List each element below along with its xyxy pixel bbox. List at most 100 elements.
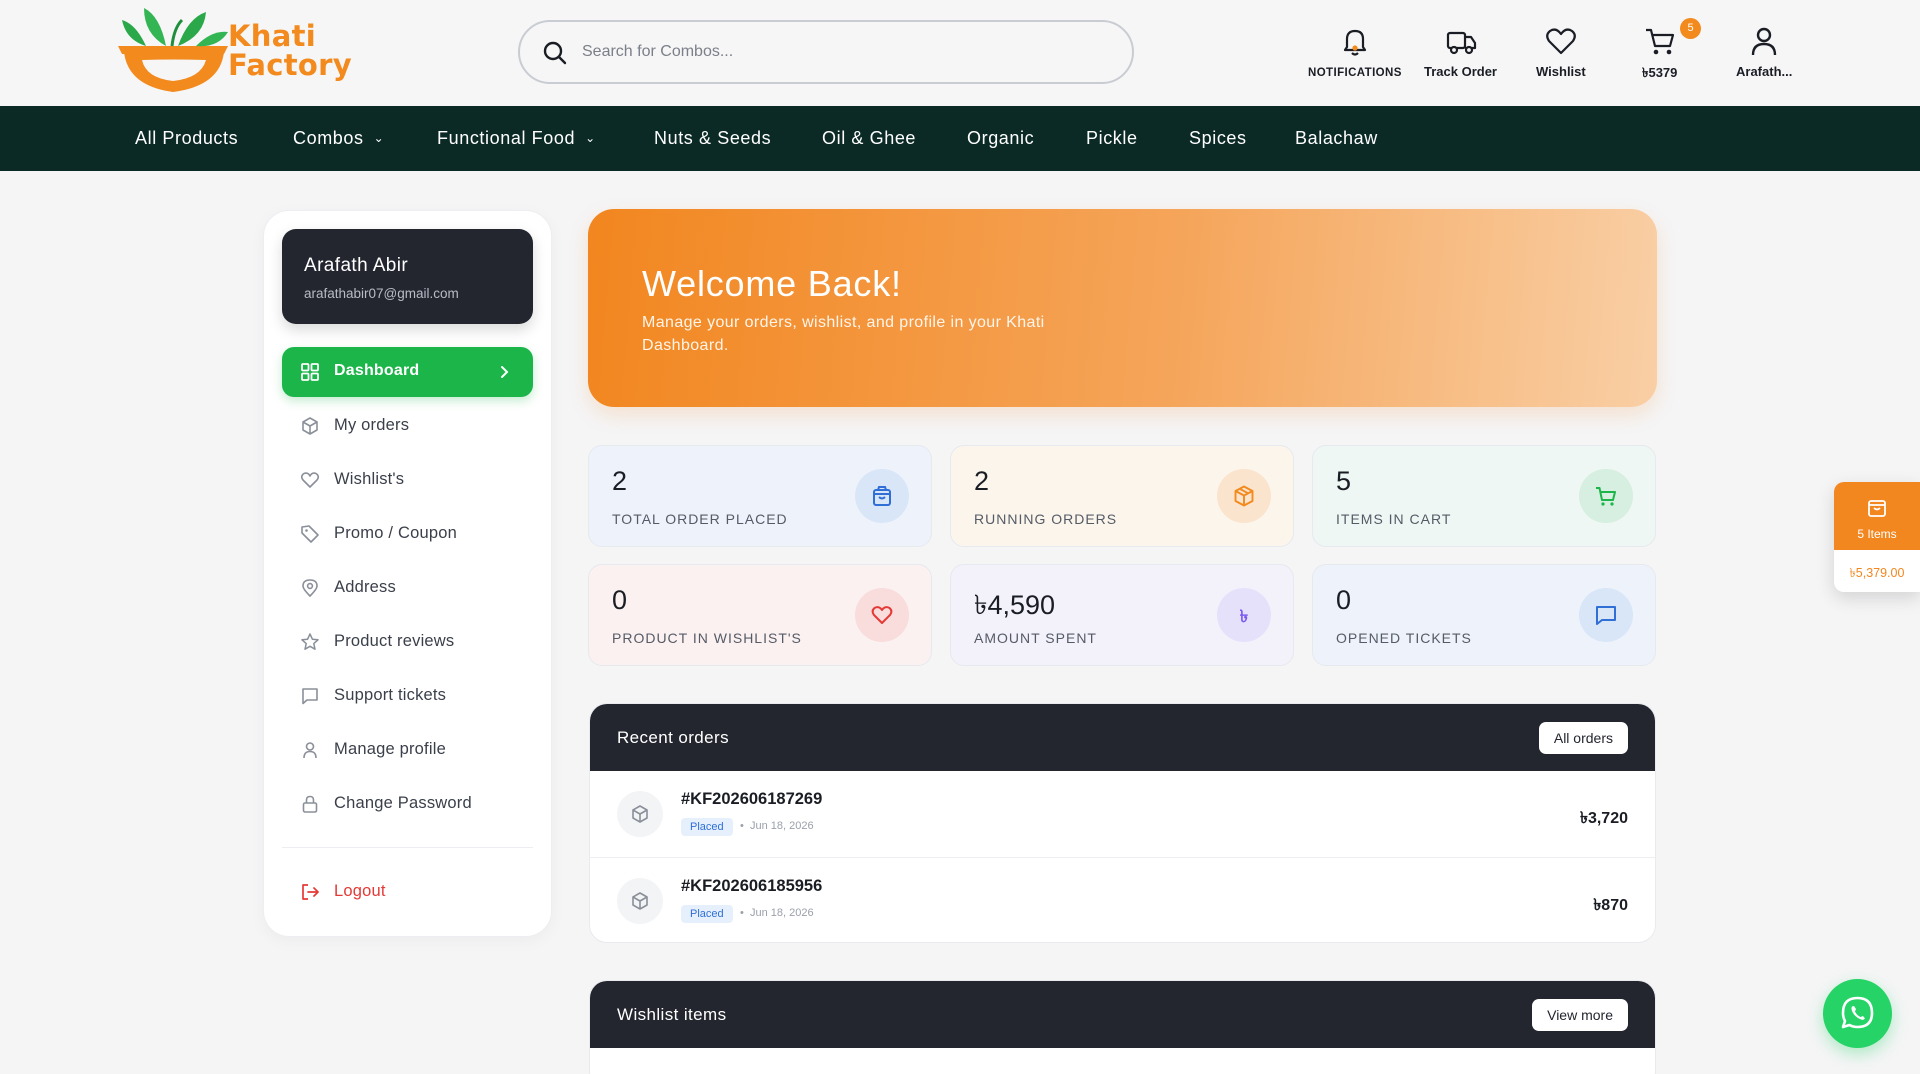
stat-icon-bubble: [1579, 588, 1633, 642]
shopping-bag-icon: [873, 486, 891, 506]
order-date-text: Jun 18, 2026: [749, 820, 814, 832]
view-more-button[interactable]: View more: [1532, 999, 1628, 1031]
nav-label: Organic: [967, 128, 1035, 148]
sidebar-item-product-reviews[interactable]: Product reviews: [282, 617, 533, 667]
cart-amount: ৳5379: [1642, 65, 1678, 80]
order-row[interactable]: #KF202606187269 Placed • Jun 18, 2026 ৳3…: [590, 771, 1655, 857]
search-input[interactable]: [582, 36, 1102, 68]
wishlist-button[interactable]: Wishlist: [1536, 24, 1586, 79]
stat-card-opened-tickets[interactable]: 0 OPENED TICKETS: [1312, 564, 1656, 666]
notifications-label: NOTIFICATIONS: [1308, 67, 1402, 79]
order-icon: [617, 878, 663, 924]
package-icon: [1234, 485, 1254, 507]
sidebar-item-my-orders[interactable]: My orders: [282, 401, 533, 451]
stat-value: 0: [1336, 585, 1352, 615]
recent-orders-panel: Recent orders All orders #KF202606187269…: [589, 703, 1656, 943]
chevron-down-icon: ⌄: [373, 131, 385, 145]
nav-organic[interactable]: Organic: [967, 106, 1034, 171]
nav-nuts-seeds[interactable]: Nuts & Seeds: [654, 106, 771, 171]
stat-card-running-orders[interactable]: 2 RUNNING ORDERS: [950, 445, 1294, 547]
bowl-leaf-logo-icon: [118, 8, 228, 92]
stat-card-items-in-cart[interactable]: 5 ITEMS IN CART: [1312, 445, 1656, 547]
profile-card: Arafath Abir arafathabir07@gmail.com: [282, 229, 533, 324]
sidebar-item-address[interactable]: Address: [282, 563, 533, 613]
message-square-icon: [302, 688, 318, 705]
wishlist-items-header: Wishlist items View more: [590, 981, 1655, 1048]
stat-card-amount-spent[interactable]: ৳4,590 AMOUNT SPENT ৳: [950, 564, 1294, 666]
package-icon: [302, 417, 318, 435]
nav-label: Oil & Ghee: [822, 128, 917, 148]
account-button[interactable]: Arafath...: [1736, 24, 1792, 79]
brand-name: Khati Factory: [228, 19, 352, 82]
welcome-title: Welcome Back!: [642, 263, 902, 304]
stat-label: PRODUCT IN WISHLIST'S: [612, 630, 802, 646]
nav-spices[interactable]: Spices: [1189, 106, 1247, 171]
package-icon: [632, 892, 648, 910]
order-date: • Jun 18, 2026: [740, 907, 814, 919]
floating-cart-total: ৳5,379.00: [1849, 566, 1905, 580]
map-pin-icon: [302, 579, 318, 598]
recent-orders-title: Recent orders: [617, 728, 729, 747]
whatsapp-icon: [1841, 996, 1874, 1029]
nav-pickle[interactable]: Pickle: [1086, 106, 1138, 171]
all-orders-button[interactable]: All orders: [1538, 722, 1628, 754]
nav-functional-food[interactable]: Functional Food ⌄: [437, 106, 596, 171]
cart-button[interactable]: 5 ৳5379: [1642, 18, 1701, 85]
profile-name: Arafath Abir: [304, 255, 409, 276]
track-order-label: Track Order: [1424, 64, 1497, 79]
heart-icon: [1546, 28, 1576, 55]
search-icon: [543, 41, 567, 65]
chevron-right-icon: [501, 366, 509, 378]
stat-value: 2: [974, 466, 990, 496]
order-row[interactable]: #KF202606185956 Placed • Jun 18, 2026 ৳8…: [590, 857, 1655, 942]
floating-cart-widget[interactable]: 5 Items ৳5,379.00: [1834, 482, 1920, 592]
sidebar-item-label: Promo / Coupon: [334, 524, 457, 542]
search-bar[interactable]: [518, 20, 1134, 84]
whatsapp-button[interactable]: [1823, 979, 1892, 1048]
dashboard-grid-icon: [301, 363, 319, 381]
stat-icon-bubble: [855, 469, 909, 523]
chevron-down-icon: ⌄: [585, 131, 596, 145]
nav-oil-ghee[interactable]: Oil & Ghee: [822, 106, 916, 171]
stat-label: OPENED TICKETS: [1336, 630, 1472, 646]
sidebar-item-wishlists[interactable]: Wishlist's: [282, 455, 533, 505]
stat-value: 2: [612, 466, 628, 496]
logout-label: Logout: [334, 882, 386, 900]
sidebar-item-promo-coupon[interactable]: Promo / Coupon: [282, 509, 533, 559]
stat-value: ৳4,590: [974, 590, 1056, 620]
sidebar-item-manage-profile[interactable]: Manage profile: [282, 725, 533, 775]
stat-card-total-orders[interactable]: 2 TOTAL ORDER PLACED: [588, 445, 932, 547]
heart-icon: [871, 606, 893, 624]
stat-label: ITEMS IN CART: [1336, 511, 1452, 527]
stat-label: TOTAL ORDER PLACED: [612, 511, 788, 527]
order-status-badge: Placed: [681, 818, 733, 836]
cart-icon: [1596, 487, 1616, 506]
sidebar-item-support-tickets[interactable]: Support tickets: [282, 671, 533, 721]
track-order-button[interactable]: Track Order: [1424, 24, 1497, 79]
stat-icon-bubble: [855, 588, 909, 642]
stat-card-wishlist[interactable]: 0 PRODUCT IN WISHLIST'S: [588, 564, 932, 666]
nav-balachaw[interactable]: Balachaw: [1295, 106, 1378, 171]
order-amount: ৳870: [1593, 897, 1628, 914]
sidebar-item-change-password[interactable]: Change Password: [282, 779, 533, 829]
welcome-banner: Welcome Back! Manage your orders, wishli…: [588, 209, 1657, 407]
sidebar-item-dashboard[interactable]: Dashboard: [282, 347, 533, 397]
taka-icon: ৳: [1239, 607, 1249, 626]
lock-icon: [302, 795, 318, 813]
nav-all-products[interactable]: All Products: [135, 106, 238, 171]
top-header: Khati Factory NOTIFICATIONS Track Order …: [0, 0, 1920, 106]
chat-icon: [1596, 606, 1616, 625]
logout-button[interactable]: Logout: [282, 867, 533, 917]
nav-label: Balachaw: [1295, 128, 1378, 148]
nav-label: Combos: [293, 128, 364, 148]
sidebar-item-label: Wishlist's: [334, 470, 405, 488]
nav-combos[interactable]: Combos ⌄: [293, 106, 384, 171]
sidebar-item-label: My orders: [334, 416, 410, 434]
sidebar-item-label: Manage profile: [334, 740, 446, 758]
nav-label: All Products: [135, 128, 239, 148]
stat-icon-bubble: ৳: [1217, 588, 1271, 642]
sidebar-item-label: Support tickets: [334, 686, 447, 704]
notifications-button[interactable]: NOTIFICATIONS: [1308, 24, 1402, 79]
sidebar-item-label: Address: [334, 578, 396, 596]
stat-icon-bubble: [1217, 469, 1271, 523]
